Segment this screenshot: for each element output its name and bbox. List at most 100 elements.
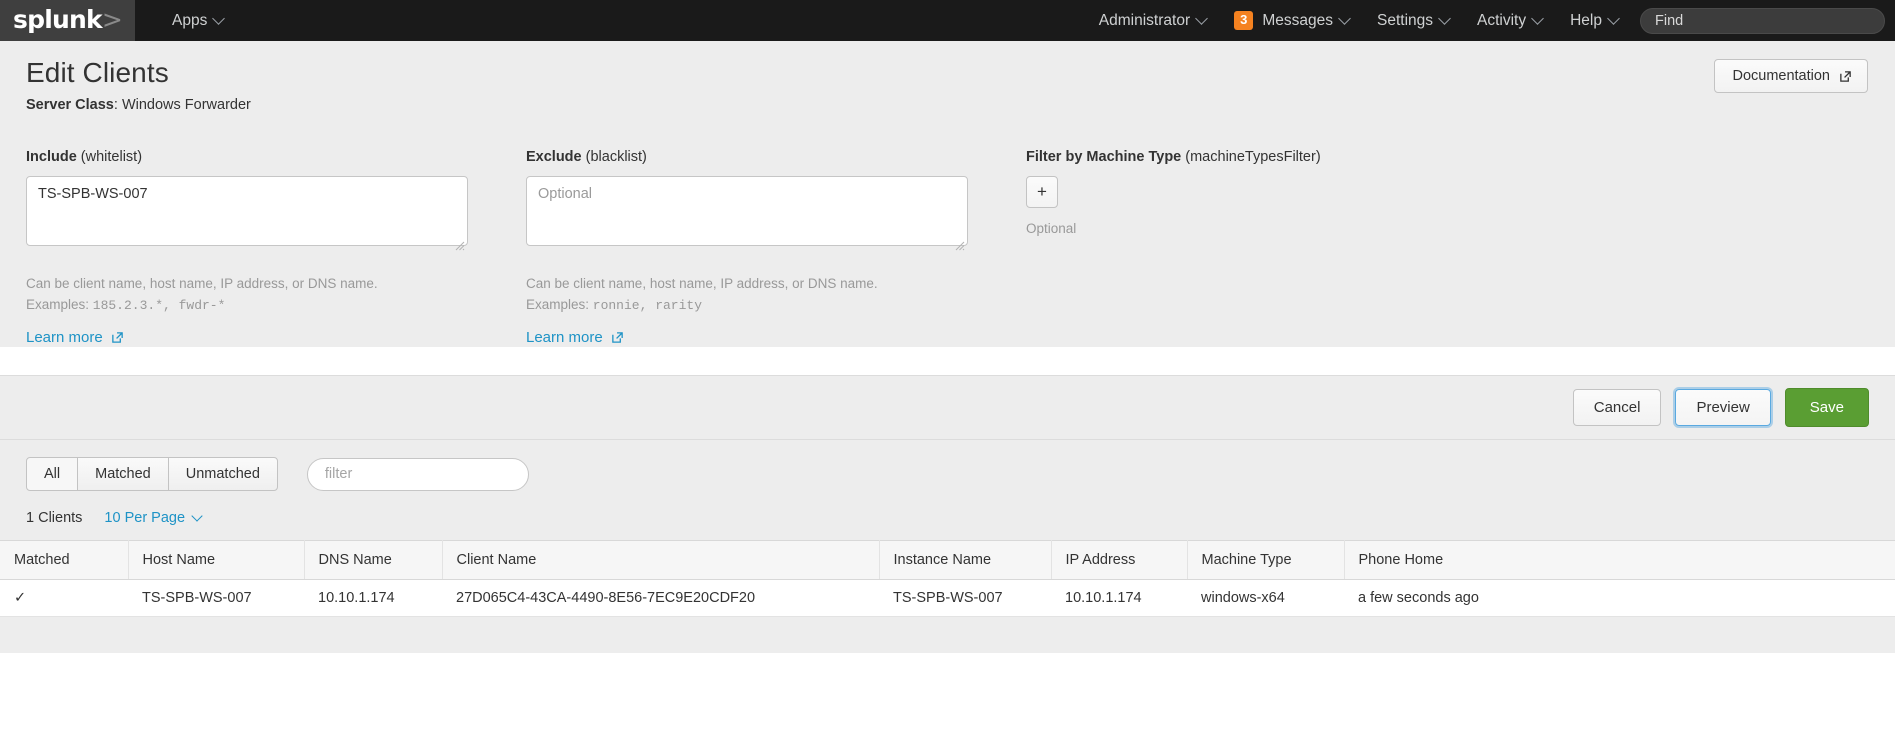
nav-right-group: Administrator 3 Messages Settings Activi…	[1085, 0, 1895, 41]
nav-item-settings[interactable]: Settings	[1363, 0, 1463, 41]
table-header-row: Matched Host Name DNS Name Client Name I…	[0, 540, 1895, 580]
exclude-textarea-wrapper	[526, 176, 968, 251]
column-header-matched[interactable]: Matched	[0, 540, 129, 580]
chevron-down-icon	[1338, 12, 1351, 25]
include-textarea-wrapper	[26, 176, 468, 251]
filter-input[interactable]	[306, 457, 529, 491]
splunk-logo[interactable]: splunk>	[0, 0, 135, 41]
nav-left-group: Apps	[135, 0, 237, 41]
include-textarea[interactable]	[26, 176, 468, 246]
segment-unmatched[interactable]: Unmatched	[167, 457, 278, 491]
match-filter-button-group: All Matched Unmatched	[26, 457, 278, 491]
find-search-value: Find	[1655, 12, 1684, 29]
machine-type-label: Filter by Machine Type (machineTypesFilt…	[1026, 149, 1456, 165]
nav-item-administrator-label: Administrator	[1098, 11, 1191, 29]
column-header-machine-type[interactable]: Machine Type	[1187, 540, 1345, 580]
cell-phone-home: a few seconds ago	[1344, 579, 1895, 617]
server-class-separator: :	[113, 97, 122, 113]
exclude-hint-examples: Examples: ronnie, rarity	[526, 294, 968, 316]
cell-dns-name: 10.10.1.174	[304, 579, 442, 617]
include-hint-examples-label: Examples:	[26, 297, 93, 312]
clients-table-head: Matched Host Name DNS Name Client Name I…	[0, 540, 1895, 580]
include-hint-examples-value: 185.2.3.*, fwdr-*	[92, 298, 226, 313]
chevron-down-icon	[191, 510, 203, 522]
exclude-textarea[interactable]	[526, 176, 968, 246]
external-link-icon	[111, 331, 124, 344]
documentation-button-label: Documentation	[1732, 68, 1830, 84]
find-search-input[interactable]: Find	[1640, 7, 1885, 34]
clients-table-body: ✓ TS-SPB-WS-007 10.10.1.174 27D065C4-43C…	[0, 579, 1895, 617]
machine-type-optional-label: Optional	[1026, 221, 1077, 236]
column-header-host-name[interactable]: Host Name	[128, 540, 305, 580]
chevron-down-icon	[1195, 12, 1208, 25]
cancel-button[interactable]: Cancel	[1572, 389, 1662, 426]
nav-item-activity[interactable]: Activity	[1463, 0, 1556, 41]
clients-count-label: 1 Clients	[26, 510, 83, 526]
exclude-label-rest: (blacklist)	[581, 149, 647, 165]
nav-item-activity-label: Activity	[1477, 11, 1527, 29]
exclude-hint-examples-value: ronnie, rarity	[592, 298, 702, 313]
column-header-instance-name[interactable]: Instance Name	[879, 540, 1052, 580]
nav-item-help-label: Help	[1570, 11, 1602, 29]
include-label: Include (whitelist)	[26, 149, 468, 165]
results-toolbar: All Matched Unmatched	[26, 457, 1869, 491]
exclude-label: Exclude (blacklist)	[526, 149, 968, 165]
include-label-rest: (whitelist)	[76, 149, 143, 165]
messages-count-badge: 3	[1234, 11, 1254, 30]
exclude-hint-line1: Can be client name, host name, IP addres…	[526, 276, 878, 291]
page-subtitle: Server Class: Windows Forwarder	[26, 97, 1895, 113]
server-class-label: Server Class	[26, 97, 114, 113]
edit-clients-page: splunk> Apps Administrator 3 Messages Se…	[0, 0, 1895, 735]
per-page-label: 10 Per Page	[104, 510, 186, 526]
include-learn-more-link[interactable]: Learn more	[26, 329, 124, 346]
preview-button[interactable]: Preview	[1675, 389, 1771, 426]
cell-machine-type: windows-x64	[1187, 579, 1344, 617]
client-filter-form: Include (whitelist) Can be client name, …	[0, 131, 1895, 347]
external-link-icon	[611, 331, 624, 344]
chevron-down-icon	[212, 12, 226, 25]
nav-item-settings-label: Settings	[1377, 11, 1434, 29]
include-hint-examples: Examples: 185.2.3.*, fwdr-*	[26, 294, 468, 316]
form-action-bar: Cancel Preview Save	[0, 375, 1895, 439]
include-hint: Can be client name, host name, IP addres…	[26, 273, 468, 316]
results-count-row: 1 Clients 10 Per Page	[26, 491, 1869, 540]
column-header-client-name[interactable]: Client Name	[442, 540, 880, 580]
segment-all[interactable]: All	[26, 457, 79, 491]
column-header-phone-home[interactable]: Phone Home	[1344, 540, 1895, 580]
documentation-button[interactable]: Documentation	[1714, 59, 1868, 93]
results-section: All Matched Unmatched 1 Clients 10 Per P…	[0, 439, 1895, 540]
cell-client-name: 27D065C4-43CA-4490-8E56-7EC9E20CDF20	[442, 579, 879, 617]
exclude-hint-examples-label: Examples:	[526, 297, 593, 312]
page-title: Edit Clients	[26, 57, 169, 88]
chevron-down-icon	[1607, 12, 1620, 25]
splunk-logo-text: splunk	[13, 5, 103, 34]
server-class-value: Windows Forwarder	[121, 97, 251, 113]
cell-host-name: TS-SPB-WS-007	[128, 579, 304, 617]
per-page-dropdown[interactable]: 10 Per Page	[104, 510, 203, 526]
cell-matched: ✓	[0, 579, 128, 617]
nav-item-messages[interactable]: 3 Messages	[1220, 0, 1363, 41]
chevron-down-icon	[1438, 12, 1451, 25]
save-button[interactable]: Save	[1784, 388, 1869, 427]
machine-type-label-rest: (machineTypesFilter)	[1181, 149, 1321, 165]
machine-type-label-bold: Filter by Machine Type	[1026, 149, 1182, 165]
clients-table: Matched Host Name DNS Name Client Name I…	[0, 540, 1895, 617]
exclude-hint: Can be client name, host name, IP addres…	[526, 273, 968, 316]
column-header-dns-name[interactable]: DNS Name	[304, 540, 443, 580]
top-navigation-bar: splunk> Apps Administrator 3 Messages Se…	[0, 0, 1895, 41]
include-hint-line1: Can be client name, host name, IP addres…	[26, 276, 378, 291]
nav-item-administrator[interactable]: Administrator	[1085, 0, 1220, 41]
add-machine-type-button[interactable]: +	[1026, 176, 1058, 208]
cell-ip-address: 10.10.1.174	[1051, 579, 1187, 617]
nav-item-apps-label: Apps	[172, 11, 208, 29]
nav-item-help[interactable]: Help	[1556, 0, 1632, 41]
table-row[interactable]: ✓ TS-SPB-WS-007 10.10.1.174 27D065C4-43C…	[0, 579, 1895, 617]
include-field-group: Include (whitelist) Can be client name, …	[26, 149, 468, 347]
include-label-bold: Include	[26, 149, 77, 165]
nav-item-apps[interactable]: Apps	[158, 0, 237, 41]
exclude-learn-more-link[interactable]: Learn more	[526, 329, 624, 346]
segment-matched[interactable]: Matched	[77, 457, 169, 491]
column-header-ip-address[interactable]: IP Address	[1051, 540, 1188, 580]
exclude-label-bold: Exclude	[526, 149, 582, 165]
exclude-field-group: Exclude (blacklist) Can be client name, …	[526, 149, 968, 347]
